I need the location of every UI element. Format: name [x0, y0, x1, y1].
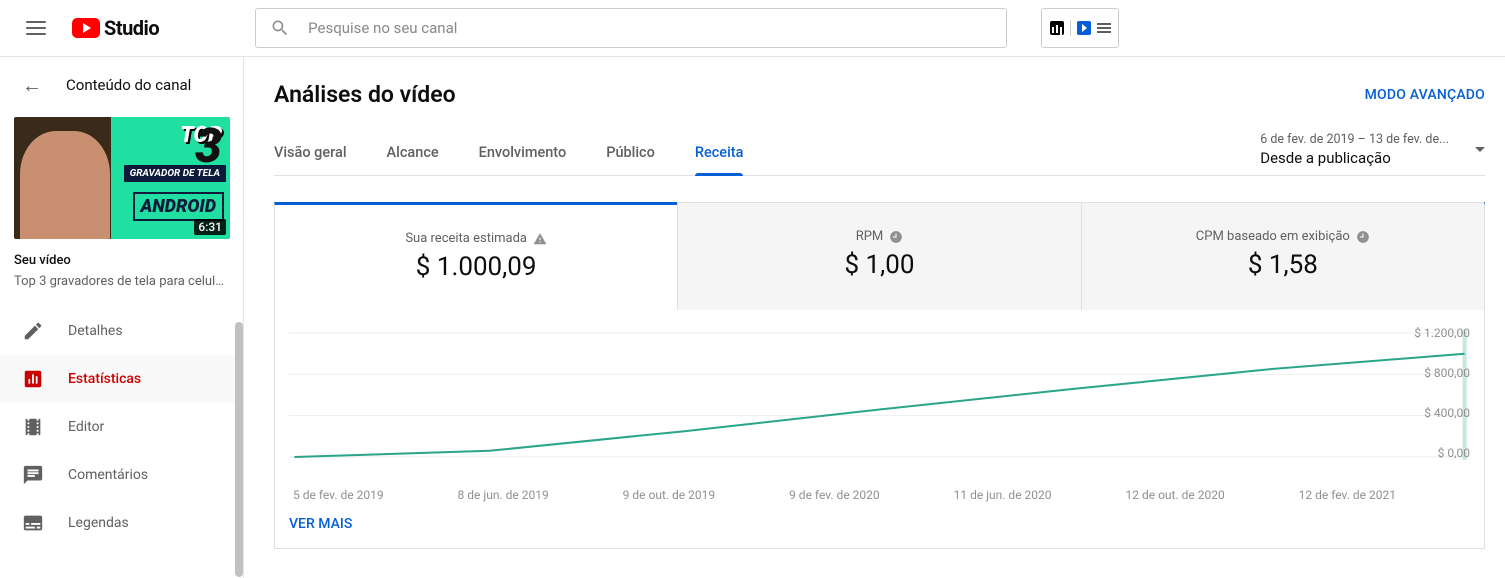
- youtube-play-icon: [72, 18, 100, 38]
- search-icon: [270, 18, 290, 38]
- chart-svg: [289, 330, 1470, 460]
- x-tick: 9 de out. de 2019: [623, 488, 715, 502]
- tabs-row: Visão geral Alcance Envolvimento Público…: [274, 132, 1485, 176]
- analytics-mini-icon: [1050, 21, 1064, 35]
- nav-label: Editor: [68, 419, 104, 435]
- tab-audience[interactable]: Público: [606, 144, 655, 175]
- thumbnail-duration: 6:31: [194, 219, 226, 235]
- date-period-text: Desde a publicação: [1260, 149, 1449, 167]
- clock-icon: [1356, 230, 1370, 244]
- sidebar-item-analytics[interactable]: Estatísticas: [0, 355, 243, 403]
- arrow-left-icon: ←: [22, 73, 42, 98]
- body: ← Conteúdo do canal TOP 3 GRAVADOR DE TE…: [0, 57, 1505, 578]
- quick-tools-button[interactable]: [1041, 8, 1119, 48]
- x-tick: 9 de fev. de 2020: [789, 488, 880, 502]
- nav-label: Estatísticas: [68, 371, 141, 387]
- nav-label: Detalhes: [68, 323, 123, 339]
- y-tick: $ 1.200,00: [1414, 326, 1470, 340]
- hamburger-icon: [26, 21, 46, 35]
- subtitles-icon: [22, 512, 44, 534]
- sidebar-item-comments[interactable]: Comentários: [0, 451, 243, 499]
- chevron-down-icon: [1475, 147, 1485, 152]
- play-mini-icon: [1077, 21, 1091, 35]
- nav-label: Comentários: [68, 467, 148, 483]
- tabs: Visão geral Alcance Envolvimento Público…: [274, 144, 743, 175]
- thumbnail-android-text: ANDROID: [133, 192, 224, 221]
- metric-cards: Sua receita estimada $ 1.000,09 RPM $ 1,…: [274, 202, 1485, 310]
- separator: [1070, 20, 1071, 36]
- main-content: Análises do vídeo MODO AVANÇADO Visão ge…: [244, 57, 1505, 578]
- card-estimated-revenue[interactable]: Sua receita estimada $ 1.000,09: [275, 205, 677, 310]
- card-value: $ 1,58: [1092, 250, 1474, 280]
- x-axis-labels: 5 de fev. de 2019 8 de jun. de 2019 9 de…: [289, 488, 1400, 502]
- card-value: $ 1,00: [688, 250, 1070, 280]
- app-header: Studio: [0, 0, 1505, 57]
- video-meta: Seu vídeo Top 3 gravadores de tela para …: [0, 239, 243, 307]
- x-tick: 12 de out. de 2020: [1126, 488, 1225, 502]
- sidebar-item-details[interactable]: Detalhes: [0, 307, 243, 355]
- x-tick: 8 de jun. de 2019: [458, 488, 549, 502]
- card-label: RPM: [856, 229, 904, 244]
- chart-area: $ 1.200,00 $ 800,00 $ 400,00 $ 0,00 5 de…: [274, 310, 1485, 549]
- your-video-label: Seu vídeo: [14, 253, 229, 268]
- thumbnail-person: [20, 131, 110, 239]
- card-value: $ 1.000,09: [285, 252, 667, 282]
- sidebar-scrollbar[interactable]: [235, 322, 243, 577]
- film-icon: [22, 416, 44, 438]
- logo-text: Studio: [104, 16, 159, 40]
- y-tick: $ 800,00: [1424, 366, 1470, 380]
- video-thumbnail[interactable]: TOP 3 GRAVADOR DE TELA ANDROID 6:31: [14, 117, 230, 239]
- revenue-chart[interactable]: $ 1.200,00 $ 800,00 $ 400,00 $ 0,00: [289, 330, 1470, 480]
- advanced-mode-link[interactable]: MODO AVANÇADO: [1365, 87, 1485, 103]
- pencil-icon: [22, 320, 44, 342]
- thumbnail-banner-text: GRAVADOR DE TELA: [124, 165, 226, 182]
- tab-revenue[interactable]: Receita: [695, 144, 744, 175]
- card-label: Sua receita estimada: [405, 231, 547, 246]
- sidebar-item-editor[interactable]: Editor: [0, 403, 243, 451]
- tab-reach[interactable]: Alcance: [387, 144, 439, 175]
- sidebar-item-subtitles[interactable]: Legendas: [0, 499, 243, 547]
- see-more-link[interactable]: VER MAIS: [289, 516, 352, 532]
- page-title: Análises do vídeo: [274, 81, 456, 108]
- clock-icon: [889, 230, 903, 244]
- analytics-icon: [22, 368, 44, 390]
- tab-engagement[interactable]: Envolvimento: [479, 144, 567, 175]
- x-tick: 12 de fev. de 2021: [1299, 488, 1396, 502]
- back-to-channel-button[interactable]: ← Conteúdo do canal: [0, 57, 243, 113]
- card-label-text: RPM: [856, 229, 884, 244]
- studio-logo[interactable]: Studio: [72, 16, 159, 40]
- date-range-text: 6 de fev. de 2019 – 13 de fev. de...: [1260, 132, 1449, 147]
- hamburger-menu-button[interactable]: [16, 8, 56, 48]
- sidebar: ← Conteúdo do canal TOP 3 GRAVADOR DE TE…: [0, 57, 244, 578]
- card-label-text: Sua receita estimada: [405, 231, 527, 246]
- x-tick: 11 de jun. de 2020: [954, 488, 1052, 502]
- y-tick: $ 400,00: [1424, 406, 1470, 420]
- tab-overview[interactable]: Visão geral: [274, 144, 347, 175]
- warning-icon: [533, 232, 547, 246]
- date-range-picker[interactable]: 6 de fev. de 2019 – 13 de fev. de... Des…: [1260, 132, 1485, 175]
- search-box[interactable]: [255, 8, 1007, 48]
- card-label-text: CPM baseado em exibição: [1196, 229, 1350, 244]
- back-label: Conteúdo do canal: [66, 76, 191, 94]
- search-input[interactable]: [308, 19, 992, 37]
- date-texts: 6 de fev. de 2019 – 13 de fev. de... Des…: [1260, 132, 1449, 167]
- video-title: Top 3 gravadores de tela para celula...: [14, 274, 229, 289]
- x-tick: 5 de fev. de 2019: [293, 488, 384, 502]
- video-thumbnail-wrap: TOP 3 GRAVADOR DE TELA ANDROID 6:31: [0, 113, 243, 239]
- card-cpm[interactable]: CPM baseado em exibição $ 1,58: [1081, 202, 1484, 310]
- list-mini-icon: [1097, 23, 1111, 33]
- card-label: CPM baseado em exibição: [1196, 229, 1370, 244]
- comments-icon: [22, 464, 44, 486]
- card-rpm[interactable]: RPM $ 1,00: [677, 202, 1080, 310]
- main-header: Análises do vídeo MODO AVANÇADO: [274, 81, 1485, 108]
- y-tick: $ 0,00: [1438, 446, 1470, 460]
- nav-label: Legendas: [68, 515, 129, 531]
